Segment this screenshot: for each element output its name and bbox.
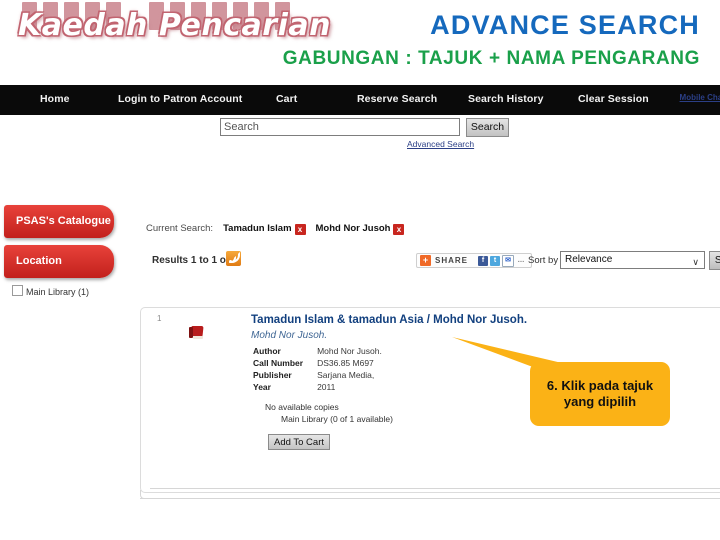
callout-text: 6. Klik pada tajuk yang dipilih — [546, 377, 654, 409]
results-count: Results 1 to 1 of 1 — [152, 255, 238, 266]
page-subtitle: GABUNGAN : TAJUK + NAMA PENGARANG — [282, 48, 700, 69]
divider-top — [150, 488, 720, 489]
nav-item-home[interactable]: Home — [40, 93, 70, 105]
sort-button[interactable]: Sort — [709, 251, 720, 270]
nav-item-search-history[interactable]: Search History — [468, 93, 544, 105]
table-row: Publisher Sarjana Media, — [253, 370, 382, 382]
meta-value-year: 2011 — [317, 382, 336, 392]
share-label: SHARE — [435, 256, 469, 265]
sort-by-label: Sort by — [528, 255, 559, 266]
current-search-term-title: Tamadun Islam — [223, 223, 292, 234]
book-icon — [189, 326, 204, 339]
share-plus-icon[interactable]: + — [420, 255, 431, 266]
remove-term-title-icon[interactable]: x — [294, 224, 306, 235]
meta-value-publisher: Sarjana Media, — [317, 370, 375, 380]
remove-term-author-icon[interactable]: x — [393, 224, 405, 235]
more-icon[interactable]: … — [516, 256, 526, 266]
search-button[interactable]: Search — [466, 118, 509, 137]
nav-item-cart[interactable]: Cart — [276, 93, 297, 105]
search-input[interactable]: Search — [220, 118, 460, 136]
twitter-icon[interactable]: t — [490, 255, 501, 266]
book-spine-shape — [189, 327, 193, 338]
nav-item-clear-session[interactable]: Clear Session — [578, 93, 649, 105]
table-row: Author Mohd Nor Jusoh. — [253, 346, 382, 358]
meta-label-publisher: Publisher — [253, 370, 292, 380]
search-row: Search Search Advanced Search — [0, 115, 720, 153]
result-metadata-table: Author Mohd Nor Jusoh. Call Number DS36.… — [253, 346, 382, 394]
page-title: ADVANCE SEARCH — [430, 10, 700, 40]
wordart-logo: Kaedah Pencarian — [8, 2, 331, 52]
facet-psas-catalogue[interactable]: PSAS's Catalogue — [4, 205, 114, 238]
nav-item-reserve-search[interactable]: Reserve Search — [357, 93, 437, 105]
meta-label-author: Author — [253, 346, 281, 356]
callout-bubble: 6. Klik pada tajuk yang dipilih — [530, 362, 670, 426]
top-navigation-bar: Home Login to Patron Account Cart Reserv… — [0, 85, 720, 115]
meta-value-author: Mohd Nor Jusoh. — [317, 346, 382, 356]
meta-value-call-number: DS36.85 M697 — [317, 358, 374, 368]
rss-icon[interactable] — [226, 251, 241, 266]
nav-item-login[interactable]: Login to Patron Account — [118, 93, 242, 105]
facet-location[interactable]: Location — [4, 245, 114, 278]
sort-select-value: Relevance — [565, 254, 613, 265]
availability-heading: No available copies — [265, 402, 339, 412]
browser-screenshot: Home Login to Patron Account Cart Reserv… — [0, 85, 720, 540]
meta-label-year: Year — [253, 382, 271, 392]
advanced-search-link[interactable]: Advanced Search — [407, 139, 474, 149]
result-index: 1 — [157, 314, 162, 323]
nav-link-mobile[interactable]: Mobile Chang — [680, 93, 720, 102]
slide-header: Kaedah Pencarian ADVANCE SEARCH GABUNGAN… — [0, 0, 720, 85]
current-search-term-author: Mohd Nor Jusoh — [315, 223, 391, 234]
table-row: Year 2011 — [253, 382, 382, 394]
facet-main-library-row[interactable]: Main Library (1) — [12, 285, 89, 297]
current-search-bar: Current Search: Tamadun Islam x Mohd Nor Ju… — [146, 223, 405, 235]
chevron-down-icon: ∨ — [692, 257, 699, 267]
share-widget[interactable]: + SHARE f t ✉ … — [416, 253, 533, 268]
facebook-icon[interactable]: f — [478, 255, 489, 266]
current-search-label: Current Search: — [146, 223, 214, 234]
table-row: Call Number DS36.85 M697 — [253, 358, 382, 370]
facet-main-library-checkbox[interactable] — [12, 285, 23, 296]
add-to-cart-button[interactable]: Add To Cart — [268, 434, 330, 450]
email-icon[interactable]: ✉ — [502, 254, 515, 267]
availability-detail: Main Library (0 of 1 available) — [281, 414, 393, 424]
book-pages-shape — [193, 336, 203, 339]
facet-main-library-label: Main Library (1) — [26, 287, 90, 297]
meta-label-call-number: Call Number — [253, 358, 304, 368]
rss-dot — [229, 260, 232, 263]
result-author-subtitle: Mohd Nor Jusoh. — [251, 330, 328, 341]
wordart-title: Kaedah Pencarian — [18, 8, 331, 43]
result-title-link[interactable]: Tamadun Islam & tamadun Asia / Mohd Nor … — [251, 314, 527, 326]
sort-select[interactable]: Relevance ∨ — [560, 251, 705, 269]
divider-bottom — [140, 498, 720, 499]
